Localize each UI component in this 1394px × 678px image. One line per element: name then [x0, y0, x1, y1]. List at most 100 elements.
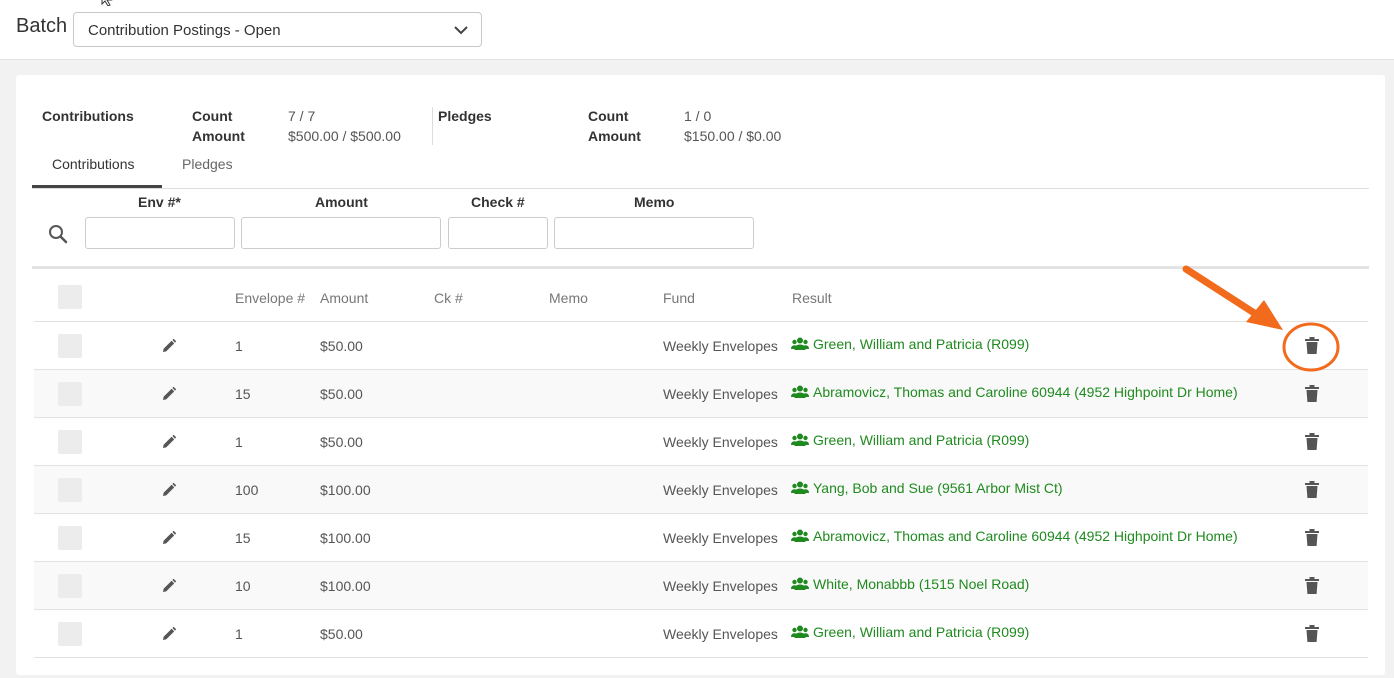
cell-envelope: 10: [235, 578, 251, 594]
people-icon: [791, 625, 809, 638]
pledges-count-value: 1 / 0: [684, 108, 712, 124]
col-fund-header[interactable]: Fund: [663, 290, 695, 306]
pencil-icon[interactable]: [161, 386, 177, 402]
row-checkbox[interactable]: [58, 574, 82, 598]
tab-bar: Contributions Pledges: [32, 150, 1369, 189]
pledges-amount-label: Amount: [588, 128, 641, 144]
cell-fund: Weekly Envelopes: [663, 338, 778, 354]
pencil-icon[interactable]: [161, 626, 177, 642]
trash-icon[interactable]: [1305, 481, 1319, 498]
row-checkbox[interactable]: [58, 526, 82, 550]
cell-amount: $100.00: [320, 578, 371, 594]
batch-select[interactable]: Contribution Postings - Open: [73, 12, 482, 47]
row-checkbox[interactable]: [58, 478, 82, 502]
result-name: Abramovicz, Thomas and Caroline 60944 (4…: [813, 384, 1238, 400]
row-checkbox[interactable]: [58, 622, 82, 646]
contributions-amount-value: $500.00 / $500.00: [288, 128, 401, 144]
pledges-count-label: Count: [588, 108, 629, 124]
cell-result-link[interactable]: Green, William and Patricia (R099): [791, 432, 1029, 448]
trash-icon[interactable]: [1305, 625, 1319, 642]
filter-separator: [32, 266, 1369, 269]
row-checkbox[interactable]: [58, 334, 82, 358]
col-memo-header[interactable]: Memo: [549, 290, 588, 306]
cell-amount: $50.00: [320, 434, 363, 450]
cell-amount: $50.00: [320, 386, 363, 402]
table-row[interactable]: 1 $50.00 Weekly Envelopes Green, William an…: [34, 321, 1368, 369]
result-name: Green, William and Patricia (R099): [813, 624, 1030, 640]
cell-amount: $50.00: [320, 626, 363, 642]
cell-result-link[interactable]: Green, William and Patricia (R099): [791, 336, 1029, 352]
summary-divider: [432, 107, 433, 145]
pledges-summary-title: Pledges: [438, 108, 492, 124]
cell-result-link[interactable]: Abramovicz, Thomas and Caroline 60944 (4…: [791, 528, 1238, 544]
cell-envelope: 15: [235, 530, 251, 546]
col-amount-header[interactable]: Amount: [320, 290, 368, 306]
check-filter-label: Check #: [471, 194, 525, 210]
table-row[interactable]: 1 $50.00 Weekly Envelopes Green, William an…: [34, 417, 1368, 465]
cell-envelope: 1: [235, 626, 243, 642]
cell-amount: $100.00: [320, 530, 371, 546]
cell-fund: Weekly Envelopes: [663, 434, 778, 450]
trash-icon[interactable]: [1305, 577, 1319, 594]
batch-label: Batch: [16, 15, 68, 37]
cell-result-link[interactable]: Abramovicz, Thomas and Caroline 60944 (4…: [791, 384, 1238, 400]
select-all-checkbox[interactable]: [58, 285, 82, 309]
amount-filter-label: Amount: [315, 194, 368, 210]
tab-pledges[interactable]: Pledges: [162, 150, 262, 188]
trash-icon[interactable]: [1305, 433, 1319, 450]
col-ck-header[interactable]: Ck #: [434, 290, 463, 306]
search-icon[interactable]: [48, 224, 68, 244]
memo-filter-input[interactable]: [554, 217, 754, 249]
env-filter-input[interactable]: [85, 217, 235, 249]
check-filter-input[interactable]: [448, 217, 548, 249]
top-bar: Batch Contribution Postings - Open: [0, 0, 1394, 60]
tab-contributions[interactable]: Contributions: [32, 150, 162, 188]
chevron-down-icon: [454, 26, 468, 35]
cell-result-link[interactable]: White, Monabbb (1515 Noel Road): [791, 576, 1029, 592]
cell-fund: Weekly Envelopes: [663, 578, 778, 594]
table-row[interactable]: 1 $50.00 Weekly Envelopes Green, William an…: [34, 609, 1368, 657]
pencil-icon[interactable]: [161, 530, 177, 546]
amount-filter-input[interactable]: [241, 217, 441, 249]
table-row[interactable]: 15 $100.00 Weekly Envelopes Abramovicz, Tho…: [34, 513, 1368, 561]
tab-contributions-label: Contributions: [52, 156, 135, 172]
table-row[interactable]: 100 $100.00 Weekly Envelopes Yang, Bob and …: [34, 465, 1368, 513]
contributions-count-value: 7 / 7: [288, 108, 316, 124]
cell-result-link[interactable]: Yang, Bob and Sue (9561 Arbor Mist Ct): [791, 480, 1063, 496]
people-icon: [791, 385, 809, 398]
cell-envelope: 1: [235, 434, 243, 450]
pencil-icon[interactable]: [161, 338, 177, 354]
pencil-icon[interactable]: [161, 434, 177, 450]
cell-fund: Weekly Envelopes: [663, 530, 778, 546]
people-icon: [791, 337, 809, 350]
mouse-cursor-icon: [101, 0, 113, 6]
cell-fund: Weekly Envelopes: [663, 626, 778, 642]
cell-envelope: 100: [235, 482, 259, 498]
cell-fund: Weekly Envelopes: [663, 482, 778, 498]
col-envelope-header[interactable]: Envelope #: [235, 290, 305, 306]
people-icon: [791, 433, 809, 446]
result-name: Green, William and Patricia (R099): [813, 336, 1030, 352]
cell-fund: Weekly Envelopes: [663, 386, 778, 402]
cell-amount: $50.00: [320, 338, 363, 354]
trash-icon[interactable]: [1305, 337, 1319, 354]
contributions-summary-title: Contributions: [42, 108, 134, 124]
result-name: Abramovicz, Thomas and Caroline 60944 (4…: [813, 528, 1238, 544]
row-checkbox[interactable]: [58, 430, 82, 454]
table-row[interactable]: 10 $100.00 Weekly Envelopes White, Monabbb …: [34, 561, 1368, 609]
pencil-icon[interactable]: [161, 578, 177, 594]
table-row[interactable]: 15 $50.00 Weekly Envelopes Abramovicz, Thom…: [34, 369, 1368, 417]
trash-icon[interactable]: [1305, 529, 1319, 546]
contributions-amount-label: Amount: [192, 128, 245, 144]
pencil-icon[interactable]: [161, 482, 177, 498]
col-result-header[interactable]: Result: [792, 290, 832, 306]
cell-envelope: 15: [235, 386, 251, 402]
memo-filter-label: Memo: [634, 194, 675, 210]
people-icon: [791, 577, 809, 590]
row-checkbox[interactable]: [58, 382, 82, 406]
result-name: Yang, Bob and Sue (9561 Arbor Mist Ct): [813, 480, 1063, 496]
cell-envelope: 1: [235, 338, 243, 354]
people-icon: [791, 481, 809, 494]
cell-result-link[interactable]: Green, William and Patricia (R099): [791, 624, 1029, 640]
trash-icon[interactable]: [1305, 385, 1319, 402]
